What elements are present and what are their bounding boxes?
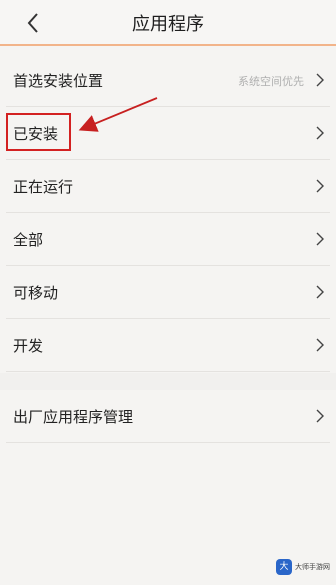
watermark: 大 大师手游网 bbox=[276, 557, 330, 577]
watermark-text: 大师手游网 bbox=[295, 563, 330, 571]
watermark-logo-icon: 大 bbox=[276, 559, 292, 575]
annotation-arrow bbox=[78, 97, 158, 132]
